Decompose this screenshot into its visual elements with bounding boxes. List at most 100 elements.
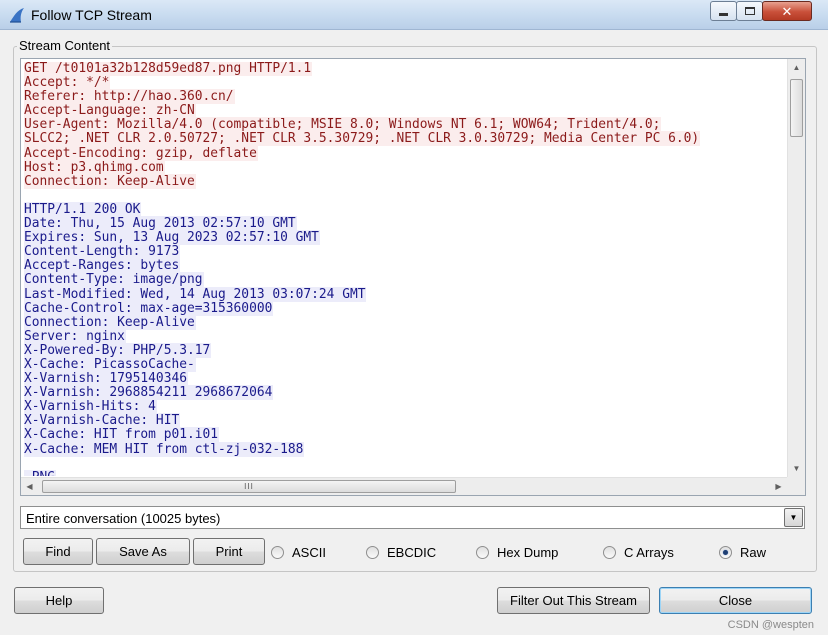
help-button[interactable]: Help bbox=[14, 587, 104, 614]
stream-line: X-Cache: PicassoCache- bbox=[24, 356, 785, 372]
dropdown-arrow-icon[interactable]: ▼ bbox=[784, 508, 803, 527]
stream-line: X-Varnish: 1795140346 bbox=[24, 371, 785, 387]
stream-line-text: Content-Type: image/png bbox=[24, 272, 204, 288]
close-icon: ✕ bbox=[781, 3, 793, 19]
filter-out-stream-button-label: Filter Out This Stream bbox=[510, 593, 637, 608]
find-button[interactable]: Find bbox=[23, 538, 93, 565]
find-button-label: Find bbox=[45, 544, 71, 559]
radio-ascii-label: ASCII bbox=[292, 544, 326, 560]
stream-line-text: User-Agent: Mozilla/4.0 (compatible; MSI… bbox=[24, 117, 662, 133]
horizontal-scrollbar[interactable]: ◀ III ▶ bbox=[21, 477, 787, 495]
stream-line: Connection: Keep-Alive bbox=[24, 173, 785, 189]
stream-line: Accept-Language: zh-CN bbox=[24, 103, 785, 119]
stream-line: SLCC2; .NET CLR 2.0.50727; .NET CLR 3.5.… bbox=[24, 131, 785, 147]
scroll-up-arrow-icon[interactable]: ▲ bbox=[788, 59, 805, 76]
conversation-select-value: Entire conversation (10025 bytes) bbox=[26, 511, 221, 526]
stream-line: GET /t0101a32b128d59ed87.png HTTP/1.1 bbox=[24, 62, 785, 76]
vertical-scroll-thumb[interactable] bbox=[790, 79, 803, 137]
stream-line: X-Varnish-Cache: HIT bbox=[24, 413, 785, 429]
stream-line-text: Last-Modified: Wed, 14 Aug 2013 03:07:24… bbox=[24, 286, 367, 302]
stream-line: X-Varnish: 2968854211 2968672064 bbox=[24, 385, 785, 401]
stream-line: Host: p3.qhimg.com bbox=[24, 159, 785, 175]
stream-text[interactable]: GET /t0101a32b128d59ed87.png HTTP/1.1 Acc… bbox=[24, 62, 785, 476]
filter-out-stream-button[interactable]: Filter Out This Stream bbox=[497, 587, 650, 614]
stream-line-text: Content-Length: 9173 bbox=[24, 244, 181, 260]
stream-content-label: Stream Content bbox=[17, 38, 113, 53]
radio-ebcdic-label: EBCDIC bbox=[387, 544, 437, 560]
stream-line-text: Accept-Ranges: bytes bbox=[24, 258, 181, 274]
stream-line-text: GET /t0101a32b128d59ed87.png HTTP/1.1 bbox=[24, 62, 313, 76]
stream-line-text: X-Cache: HIT from p01.i01 bbox=[24, 427, 220, 443]
stream-line-text: Expires: Sun, 13 Aug 2023 02:57:10 GMT bbox=[24, 230, 320, 246]
radio-raw-label: Raw bbox=[740, 544, 767, 560]
stream-line-text: X-Cache: MEM HIT from ctl-zj-032-188 bbox=[24, 441, 305, 457]
stream-line: Connection: Keep-Alive bbox=[24, 314, 785, 330]
stream-text-area[interactable]: GET /t0101a32b128d59ed87.png HTTP/1.1 Acc… bbox=[20, 58, 806, 496]
stream-line: Accept-Ranges: bytes bbox=[24, 258, 785, 274]
scroll-down-arrow-icon[interactable]: ▼ bbox=[788, 460, 805, 477]
print-button-label: Print bbox=[215, 544, 243, 559]
watermark: CSDN @wespten bbox=[727, 619, 814, 631]
stream-line: HTTP/1.1 200 OK bbox=[24, 201, 785, 217]
stream-line: .PNG bbox=[24, 469, 785, 476]
radio-raw-dot[interactable] bbox=[719, 545, 732, 559]
stream-line: Referer: http://hao.360.cn/ bbox=[24, 89, 785, 105]
radio-hex-dump[interactable]: Hex Dump bbox=[476, 543, 558, 561]
print-button[interactable]: Print bbox=[193, 538, 265, 565]
stream-line-text bbox=[24, 188, 25, 203]
maximize-icon bbox=[744, 7, 755, 15]
minimize-button[interactable] bbox=[710, 1, 737, 21]
radio-hex-dump-label: Hex Dump bbox=[497, 544, 559, 560]
scroll-left-arrow-icon[interactable]: ◀ bbox=[21, 478, 38, 495]
radio-raw[interactable]: Raw bbox=[719, 543, 766, 561]
stream-line-text: X-Powered-By: PHP/5.3.17 bbox=[24, 342, 212, 358]
stream-line-text: Date: Thu, 15 Aug 2013 02:57:10 GMT bbox=[24, 216, 297, 232]
save-as-button-label: Save As bbox=[119, 544, 167, 559]
save-as-button[interactable]: Save As bbox=[96, 538, 190, 565]
help-button-label: Help bbox=[45, 593, 73, 608]
stream-line bbox=[24, 189, 785, 203]
title-bar[interactable]: Follow TCP Stream ✕ bbox=[0, 0, 828, 30]
stream-line-text: Server: nginx bbox=[24, 328, 126, 344]
stream-line-text: X-Varnish-Cache: HIT bbox=[24, 413, 181, 429]
stream-line: X-Varnish-Hits: 4 bbox=[24, 399, 785, 415]
stream-line-text: HTTP/1.1 200 OK bbox=[24, 201, 142, 217]
stream-line: Server: nginx bbox=[24, 328, 785, 344]
stream-line: Date: Thu, 15 Aug 2013 02:57:10 GMT bbox=[24, 216, 785, 232]
stream-line-text: X-Cache: PicassoCache- bbox=[24, 356, 196, 372]
stream-line-text: Connection: Keep-Alive bbox=[24, 173, 196, 189]
horizontal-scroll-thumb[interactable]: III bbox=[42, 480, 456, 493]
radio-hex-dump-dot[interactable] bbox=[476, 545, 489, 559]
stream-line-text: X-Varnish: 1795140346 bbox=[24, 371, 188, 387]
radio-c-arrays-dot[interactable] bbox=[603, 545, 616, 559]
radio-ebcdic-dot[interactable] bbox=[366, 545, 379, 559]
stream-line bbox=[24, 457, 785, 471]
scroll-right-arrow-icon[interactable]: ▶ bbox=[770, 478, 787, 495]
conversation-select[interactable]: Entire conversation (10025 bytes) ▼ bbox=[20, 506, 805, 529]
stream-line-text: Host: p3.qhimg.com bbox=[24, 159, 165, 175]
stream-line-text: X-Varnish-Hits: 4 bbox=[24, 399, 157, 415]
stream-line: User-Agent: Mozilla/4.0 (compatible; MSI… bbox=[24, 117, 785, 133]
stream-line: Content-Length: 9173 bbox=[24, 244, 785, 260]
stream-line-text: Accept-Language: zh-CN bbox=[24, 103, 196, 119]
stream-line: X-Cache: HIT from p01.i01 bbox=[24, 427, 785, 443]
stream-line-text: Connection: Keep-Alive bbox=[24, 314, 196, 330]
stream-line-text: SLCC2; .NET CLR 2.0.50727; .NET CLR 3.5.… bbox=[24, 131, 701, 147]
radio-ascii-dot[interactable] bbox=[271, 545, 284, 559]
stream-line-text: Referer: http://hao.360.cn/ bbox=[24, 89, 235, 105]
maximize-button[interactable] bbox=[736, 1, 763, 21]
close-button[interactable]: Close bbox=[659, 587, 812, 614]
close-button-label: Close bbox=[718, 593, 753, 608]
stream-line: X-Powered-By: PHP/5.3.17 bbox=[24, 342, 785, 358]
stream-line: Accept: */* bbox=[24, 75, 785, 91]
vertical-scrollbar[interactable]: ▲ ▼ bbox=[787, 59, 805, 477]
stream-line-text: Cache-Control: max-age=315360000 bbox=[24, 300, 274, 316]
stream-line: Accept-Encoding: gzip, deflate bbox=[24, 145, 785, 161]
radio-ebcdic[interactable]: EBCDIC bbox=[366, 543, 436, 561]
minimize-icon bbox=[719, 13, 728, 16]
scroll-corner bbox=[787, 477, 805, 495]
close-window-button[interactable]: ✕ bbox=[762, 1, 812, 21]
radio-c-arrays[interactable]: C Arrays bbox=[603, 543, 674, 561]
radio-ascii[interactable]: ASCII bbox=[271, 543, 326, 561]
wireshark-fin-icon bbox=[8, 6, 26, 24]
